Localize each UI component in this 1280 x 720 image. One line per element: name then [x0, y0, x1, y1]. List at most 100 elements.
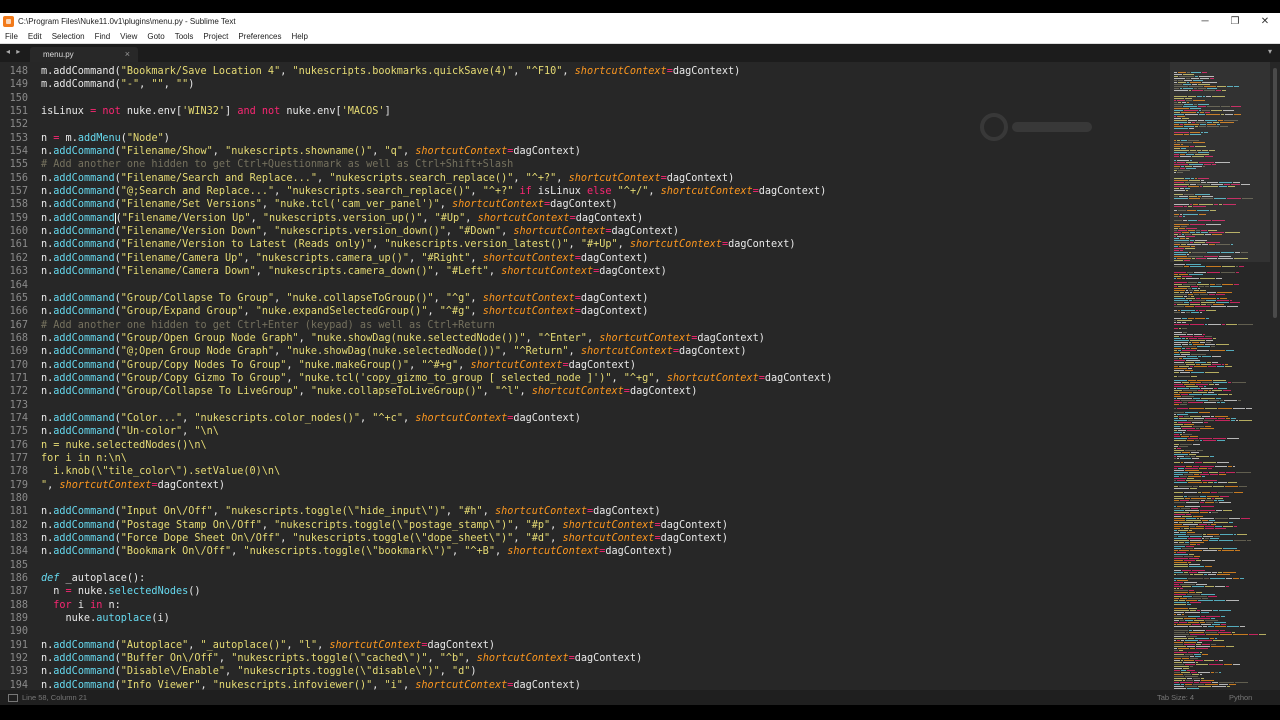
- code-line[interactable]: 168 n.addCommand("Group/Open Group Node G…: [0, 332, 1170, 345]
- code-line[interactable]: 186 def _autoplace():: [0, 572, 1170, 585]
- maximize-button[interactable]: ❐: [1220, 13, 1250, 30]
- code-line[interactable]: 169 n.addCommand("@;Open Group Node Graph…: [0, 345, 1170, 358]
- code-line[interactable]: 182 n.addCommand("Postage Stamp On\/Off",…: [0, 519, 1170, 532]
- code-line[interactable]: 150: [0, 92, 1170, 105]
- code-line[interactable]: 189 nuke.autoplace(i): [0, 612, 1170, 625]
- minimap-stripe: [1174, 320, 1176, 321]
- menu-help[interactable]: Help: [286, 32, 312, 41]
- code-editor[interactable]: 148 m.addCommand("Bookmark/Save Location …: [0, 62, 1280, 690]
- code-line[interactable]: 172 n.addCommand("Group/Collapse To LiveG…: [0, 385, 1170, 398]
- code-line[interactable]: 161 n.addCommand("Filename/Version to Lat…: [0, 238, 1170, 251]
- code-line[interactable]: 193 n.addCommand("Disable\/Enable", "nuke…: [0, 665, 1170, 678]
- code-line[interactable]: 154 n.addCommand("Filename/Show", "nukesc…: [0, 145, 1170, 158]
- minimap-stripe: [1178, 430, 1186, 431]
- code-token: ,: [372, 679, 385, 690]
- code-line[interactable]: 179 ", shortcutContext=dagContext): [0, 479, 1170, 492]
- code-line[interactable]: 184 n.addCommand("Bookmark On\/Off", "nuk…: [0, 545, 1170, 558]
- code-line[interactable]: 158 n.addCommand("Filename/Set Versions",…: [0, 198, 1170, 211]
- code-token: ,: [255, 266, 268, 278]
- minimap-stripe: [1190, 266, 1205, 267]
- menu-project[interactable]: Project: [198, 32, 233, 41]
- code-line[interactable]: 160 n.addCommand("Filename/Version Down",…: [0, 225, 1170, 238]
- minimap-stripe: [1203, 440, 1216, 441]
- code-line[interactable]: 162 n.addCommand("Filename/Camera Up", "n…: [0, 252, 1170, 265]
- minimap-stripe: [1198, 672, 1210, 673]
- code-line[interactable]: 165 n.addCommand("Group/Collapse To Group…: [0, 292, 1170, 305]
- minimap-stripe: [1203, 482, 1207, 483]
- code-line[interactable]: 155 # Add another one hidden to get Ctrl+…: [0, 158, 1170, 171]
- menu-goto[interactable]: Goto: [142, 32, 169, 41]
- minimap-stripe: [1207, 362, 1211, 363]
- menu-find[interactable]: Find: [90, 32, 116, 41]
- line-text: nuke.autoplace(i): [41, 612, 170, 625]
- minimap-stripe: [1187, 688, 1199, 689]
- code-line[interactable]: 157 n.addCommand("@;Search and Replace...…: [0, 185, 1170, 198]
- code-line[interactable]: 149 m.addCommand("-", "", ""): [0, 78, 1170, 91]
- code-line[interactable]: 170 n.addCommand("Group/Copy Nodes To Gro…: [0, 359, 1170, 372]
- code-line[interactable]: 190: [0, 625, 1170, 638]
- code-token: "nukescripts.camera_up()": [255, 252, 410, 264]
- minimap-stripe: [1177, 408, 1188, 409]
- minimap-stripe: [1208, 366, 1216, 367]
- syntax-selector[interactable]: Python: [1229, 693, 1252, 702]
- code-line[interactable]: 188 for i in n:: [0, 599, 1170, 612]
- minimap-stripe: [1203, 462, 1216, 463]
- code-line[interactable]: 148 m.addCommand("Bookmark/Save Location …: [0, 65, 1170, 78]
- minimize-button[interactable]: ─: [1190, 13, 1220, 30]
- minimap[interactable]: [1170, 62, 1270, 690]
- minimap-stripe: [1181, 660, 1183, 661]
- minimap-stripe: [1174, 686, 1184, 687]
- menu-file[interactable]: File: [0, 32, 23, 41]
- minimap-viewport[interactable]: [1170, 62, 1270, 262]
- close-button[interactable]: ✕: [1250, 13, 1280, 30]
- code-line[interactable]: 159 n.addCommand("Filename/Version Up", "…: [0, 212, 1170, 225]
- code-line[interactable]: 156 n.addCommand("Filename/Search and Rep…: [0, 172, 1170, 185]
- minimap-stripe: [1193, 466, 1199, 467]
- code-token: dagContext): [672, 66, 741, 77]
- tab-nav-arrows-icon[interactable]: ◂ ▸: [6, 47, 22, 56]
- code-view[interactable]: 148 m.addCommand("Bookmark/Save Location …: [0, 65, 1170, 690]
- menu-tools[interactable]: Tools: [170, 32, 199, 41]
- code-line[interactable]: 166 n.addCommand("Group/Expand Group", "n…: [0, 305, 1170, 318]
- minimap-stripe: [1199, 524, 1207, 525]
- code-line[interactable]: 173: [0, 399, 1170, 412]
- panel-toggle-icon[interactable]: [8, 693, 18, 702]
- code-token: shortcutContext: [482, 292, 575, 304]
- vertical-scrollbar[interactable]: [1273, 68, 1277, 318]
- minimap-stripe: [1190, 542, 1204, 543]
- code-line[interactable]: 192 n.addCommand("Buffer On\/Off", "nukes…: [0, 652, 1170, 665]
- code-line[interactable]: 178 i.knob(\"tile_color\").setValue(0)\n…: [0, 465, 1170, 478]
- minimap-stripe: [1193, 392, 1207, 393]
- minimap-stripe: [1184, 474, 1193, 475]
- code-line[interactable]: 191 n.addCommand("Autoplace", "_autoplace…: [0, 639, 1170, 652]
- code-line[interactable]: 164: [0, 279, 1170, 292]
- minimap-stripe: [1174, 278, 1176, 279]
- code-line[interactable]: 163 n.addCommand("Filename/Camera Down", …: [0, 265, 1170, 278]
- tab-dropdown-icon[interactable]: ▾: [1268, 47, 1272, 56]
- code-line[interactable]: 171 n.addCommand("Group/Copy Gizmo To Gro…: [0, 372, 1170, 385]
- code-line[interactable]: 175 n.addCommand("Un-color", "\n\: [0, 425, 1170, 438]
- tab-close-icon[interactable]: ×: [125, 49, 130, 59]
- menu-edit[interactable]: Edit: [23, 32, 47, 41]
- code-token: dagContext): [513, 146, 581, 158]
- menu-selection[interactable]: Selection: [47, 32, 90, 41]
- code-line[interactable]: 180: [0, 492, 1170, 505]
- code-line[interactable]: 183 n.addCommand("Force Dope Sheet On\/Of…: [0, 532, 1170, 545]
- code-token: ,: [372, 146, 385, 158]
- minimap-stripe: [1221, 402, 1225, 403]
- code-line[interactable]: 176 n = nuke.selectedNodes()\n\: [0, 439, 1170, 452]
- code-line[interactable]: 187 n = nuke.selectedNodes(): [0, 585, 1170, 598]
- minimap-stripe: [1202, 644, 1210, 645]
- minimap-stripe: [1186, 514, 1191, 515]
- tab-menu-py[interactable]: menu.py ×: [30, 47, 138, 62]
- code-line[interactable]: 167 # Add another one hidden to get Ctrl+…: [0, 319, 1170, 332]
- code-line[interactable]: 185: [0, 559, 1170, 572]
- menu-view[interactable]: View: [115, 32, 142, 41]
- tab-size-selector[interactable]: Tab Size: 4: [1157, 693, 1194, 702]
- minimap-stripe: [1174, 332, 1182, 333]
- code-line[interactable]: 194 n.addCommand("Info Viewer", "nukescri…: [0, 679, 1170, 690]
- code-line[interactable]: 177 for i in n:\n\: [0, 452, 1170, 465]
- code-line[interactable]: 174 n.addCommand("Color...", "nukescripts…: [0, 412, 1170, 425]
- menu-preferences[interactable]: Preferences: [233, 32, 286, 41]
- code-line[interactable]: 181 n.addCommand("Input On\/Off", "nukesc…: [0, 505, 1170, 518]
